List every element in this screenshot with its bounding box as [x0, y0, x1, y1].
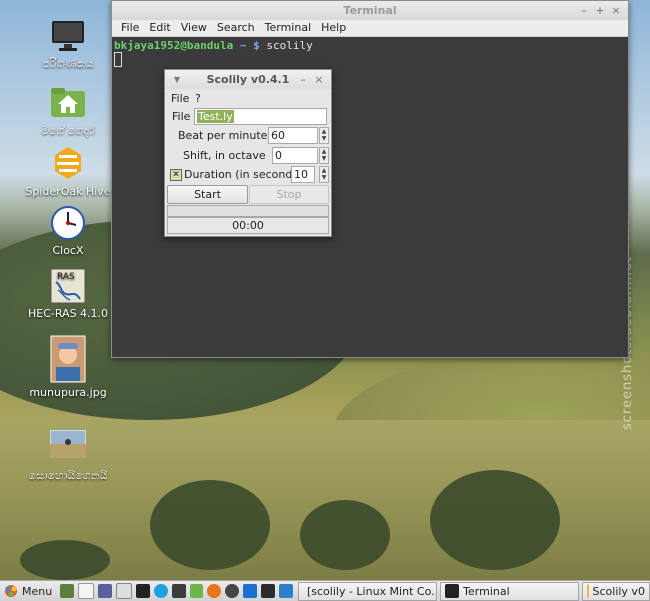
background-shrub	[20, 540, 110, 580]
menu-file[interactable]: File	[171, 89, 189, 108]
scolily-menubar: File ?	[165, 89, 331, 108]
bpm-input[interactable]: 60	[268, 127, 318, 144]
command-text: scolily	[266, 39, 313, 52]
menu-file[interactable]: File	[116, 20, 144, 36]
desktop-icon-munupura[interactable]: munupura.jpg	[23, 335, 113, 399]
maximize-button[interactable]: +	[592, 1, 608, 20]
minimize-button[interactable]: –	[295, 70, 311, 89]
scolily-titlebar[interactable]: ▼ Scolily v0.4.1 – ×	[165, 70, 331, 89]
desktop-icon-computer[interactable]: පරිගණකය	[23, 18, 113, 71]
background-shrub	[430, 470, 560, 570]
menu-terminal[interactable]: Terminal	[260, 20, 317, 36]
desktop: screenshots.debian.net පරිගණකය මගේ ගෙදර …	[0, 0, 650, 580]
desktop-icon-label: SpiderOak Hive	[25, 185, 111, 198]
bpm-label: Beat per minute	[178, 129, 268, 142]
shift-input[interactable]: 0	[272, 147, 318, 164]
scolily-icon	[587, 584, 589, 598]
task-terminal[interactable]: Terminal	[440, 581, 580, 601]
desktop-icon-label: ClocX	[52, 244, 84, 257]
task-label: Terminal	[463, 584, 510, 598]
menu-help[interactable]: Help	[316, 20, 351, 36]
duration-stepper[interactable]: ▲ ▼	[319, 166, 329, 183]
background-shrub	[150, 480, 270, 570]
computer-icon	[50, 18, 86, 54]
close-button[interactable]: ×	[311, 70, 327, 89]
file-input-value: Test.ly	[197, 110, 234, 123]
desktop-icon-spideroak[interactable]: SpiderOak Hive	[23, 146, 113, 198]
terminal-launcher-icon[interactable]	[135, 584, 150, 598]
start-button[interactable]: Start	[167, 185, 248, 204]
desktop-icon-label: HEC-RAS 4.1.0	[27, 307, 109, 320]
spideroak-icon	[50, 146, 86, 182]
menu-edit[interactable]: Edit	[144, 20, 175, 36]
terminal-menubar: File Edit View Search Terminal Help	[112, 20, 628, 37]
stop-button[interactable]: Stop	[249, 185, 329, 204]
media-icon[interactable]	[225, 584, 240, 598]
window-menu-icon[interactable]: ▼	[169, 70, 185, 89]
window-title: Scolily v0.4.1	[206, 73, 290, 86]
taskbar: Menu [scolily - Linux Mint Co... Termina…	[0, 580, 650, 601]
desktop-icon-label: munupura.jpg	[29, 386, 107, 399]
duration-checkbox[interactable]: ✕	[170, 169, 182, 181]
menu-search[interactable]: Search	[212, 20, 260, 36]
duration-input[interactable]: 10	[291, 166, 315, 183]
desktop-icon-label: සොහොයිගෙනයි	[28, 469, 108, 482]
progress-bar	[167, 205, 329, 217]
prompt-user: bkjaya1952@bandula	[114, 39, 234, 52]
shift-stepper[interactable]: ▲ ▼	[319, 147, 329, 164]
menu-view[interactable]: View	[176, 20, 212, 36]
close-button[interactable]: ×	[608, 1, 624, 20]
menu-help[interactable]: ?	[195, 89, 201, 108]
clock-icon	[50, 205, 86, 241]
minimize-button[interactable]: –	[576, 1, 592, 20]
app-icon[interactable]	[189, 584, 204, 598]
power-icon[interactable]	[115, 583, 132, 599]
desktop-icon-clocx[interactable]: ClocX	[23, 205, 113, 257]
bpm-stepper[interactable]: ▲ ▼	[319, 127, 329, 144]
menu-button[interactable]: Menu	[0, 582, 58, 600]
terminal-line: bkjaya1952@bandula ~ $ scolily	[114, 39, 626, 52]
prompt-path: ~ $	[239, 39, 260, 52]
background-shrub	[300, 500, 390, 570]
desktop-icon-label: මගේ ගෙදර	[41, 124, 95, 137]
photo-icon	[50, 335, 86, 383]
hec-ras-icon: RAS	[50, 268, 86, 304]
firefox-icon[interactable]	[207, 584, 222, 598]
task-scolily-browser[interactable]: [scolily - Linux Mint Co...	[297, 581, 438, 601]
desktop-icon-home[interactable]: මගේ ගෙදර	[23, 85, 113, 138]
mint-menu-icon	[4, 584, 18, 598]
file-row: File Test.ly	[165, 107, 331, 126]
desktop-icon-photo[interactable]: සොහොයිගෙනයි	[23, 429, 113, 483]
time-display: 00:00	[167, 217, 329, 234]
terminal-cursor	[114, 52, 122, 67]
gimp-icon[interactable]	[171, 584, 186, 598]
desktop-icon-hec-ras[interactable]: RAS HEC-RAS 4.1.0	[23, 268, 113, 320]
skype-icon[interactable]	[153, 584, 168, 598]
task-scolily[interactable]: Scolily v0	[582, 581, 650, 601]
show-desktop-icon[interactable]	[60, 584, 75, 598]
app2-icon[interactable]	[279, 584, 293, 598]
task-label: [scolily - Linux Mint Co...	[306, 584, 438, 598]
terminal-icon	[445, 584, 460, 598]
photo-icon	[49, 429, 87, 466]
task-label: Scolily v0	[592, 584, 645, 598]
file-input[interactable]: Test.ly	[194, 108, 327, 125]
window-title: Terminal	[343, 4, 397, 17]
monitor-icon[interactable]	[261, 584, 276, 598]
desktop-icon-label: පරිගණකය	[42, 57, 94, 70]
shift-row: Shift, in octave 0 ▲ ▼	[165, 146, 331, 165]
svg-text:RAS: RAS	[57, 272, 75, 282]
shift-label: Shift, in octave	[183, 149, 266, 162]
home-folder-icon	[50, 85, 86, 121]
file-label: File	[172, 110, 191, 123]
menu-label: Menu	[22, 584, 53, 598]
network-icon[interactable]	[98, 584, 112, 598]
dropbox-icon[interactable]	[243, 584, 258, 598]
duration-row: ✕ Duration (in seconds) : 10 ▲ ▼	[165, 165, 331, 184]
files-icon[interactable]	[78, 583, 95, 599]
scolily-window[interactable]: ▼ Scolily v0.4.1 – × File ? File Test.ly…	[164, 69, 332, 237]
terminal-titlebar[interactable]: Terminal – + ×	[112, 1, 628, 20]
bpm-row: Beat per minute 60 ▲ ▼	[165, 126, 331, 145]
